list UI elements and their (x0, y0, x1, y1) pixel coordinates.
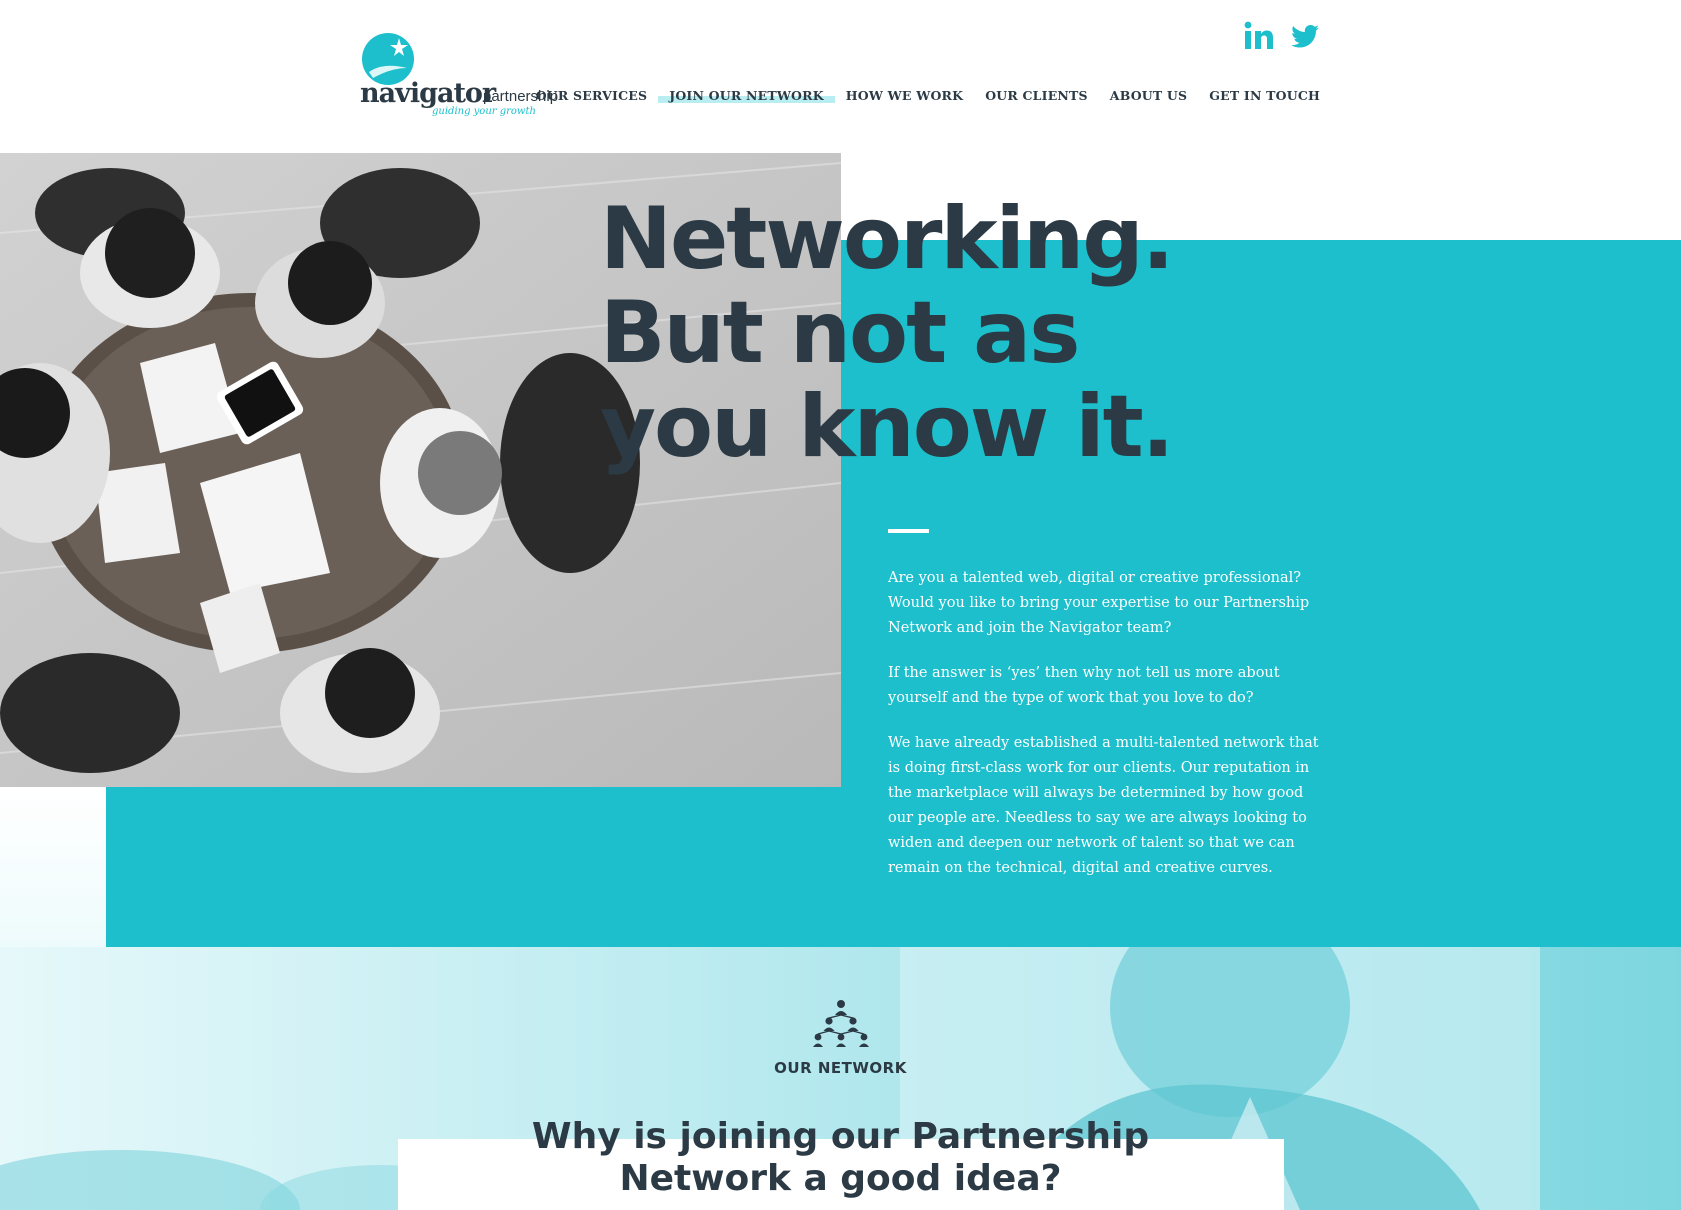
network-icon (813, 1000, 869, 1047)
brand-tagline: guiding your growth (432, 106, 536, 117)
twitter-link[interactable] (1289, 20, 1321, 52)
main-nav: OUR SERVICES JOIN OUR NETWORK HOW WE WOR… (525, 88, 1320, 103)
nav-join-our-network[interactable]: JOIN OUR NETWORK (658, 88, 835, 103)
hero-title: Networking. But not as you know it. (600, 189, 1174, 477)
network-heading-line: Network a good idea? (619, 1158, 1062, 1199)
nav-about-us[interactable]: ABOUT US (1099, 88, 1198, 103)
network-heading: Why is joining our Partnership Network a… (0, 1116, 1681, 1200)
nav-our-clients[interactable]: OUR CLIENTS (974, 88, 1099, 103)
nav-how-we-work[interactable]: HOW WE WORK (835, 88, 974, 103)
nav-get-in-touch[interactable]: GET IN TOUCH (1198, 88, 1320, 103)
site-header: navigator partnership guiding your growt… (0, 0, 1681, 153)
hero-title-line: Networking. (600, 189, 1174, 289)
linkedin-link[interactable] (1243, 20, 1275, 52)
hero-title-line: But not as (600, 283, 1080, 383)
hero-paragraph: If the answer is ‘yes’ then why not tell… (888, 665, 1280, 706)
brand-name: navigator (360, 78, 496, 109)
nav-our-services[interactable]: OUR SERVICES (525, 88, 658, 103)
hero-paragraph: We have already established a multi-tale… (888, 735, 1319, 876)
hero-fade-strip (0, 787, 106, 947)
brand-logo[interactable]: navigator partnership guiding your growt… (360, 30, 570, 125)
network-section-label: OUR NETWORK (774, 1059, 907, 1077)
twitter-icon (1291, 25, 1319, 48)
network-heading-line: Why is joining our Partnership (531, 1116, 1150, 1157)
social-links (1243, 20, 1321, 52)
hero-title-line: you know it. (600, 377, 1174, 477)
hero-copy: Are you a talented web, digital or creat… (888, 566, 1328, 901)
hero-divider (888, 529, 929, 533)
hero-paragraph: Are you a talented web, digital or creat… (888, 570, 1310, 636)
linkedin-icon (1244, 21, 1273, 49)
